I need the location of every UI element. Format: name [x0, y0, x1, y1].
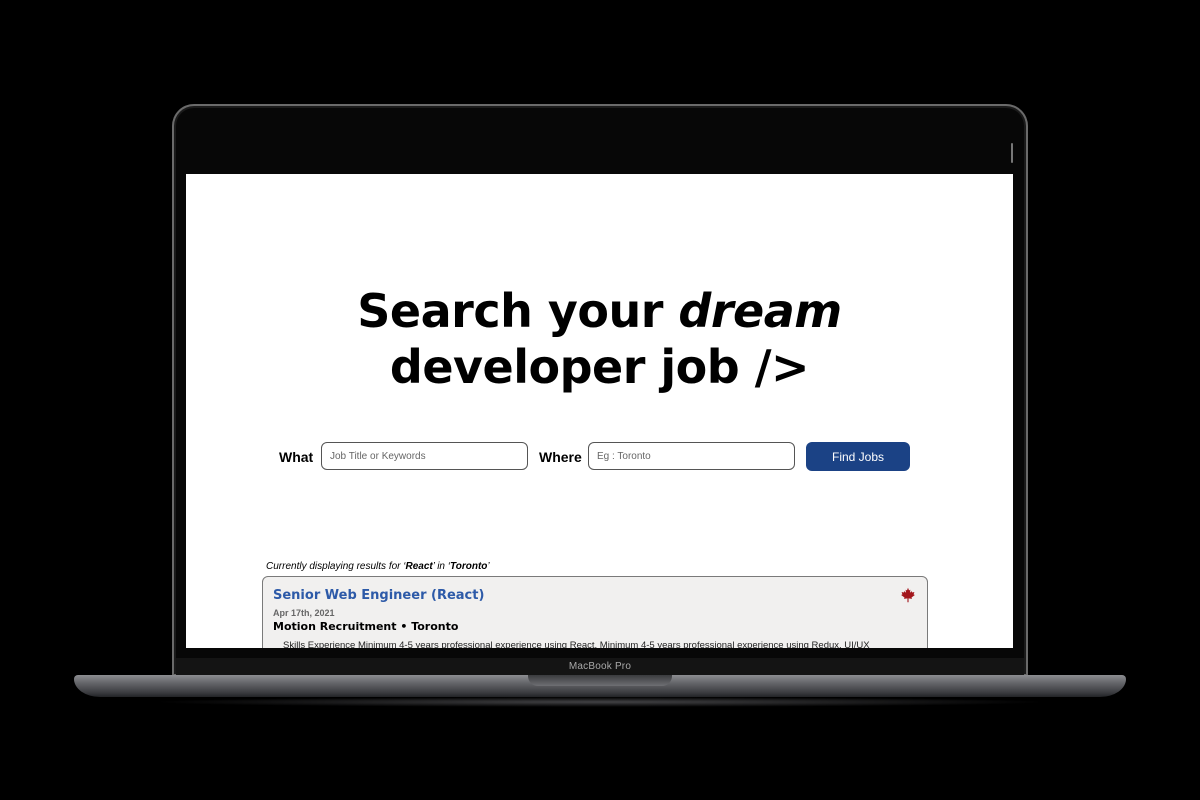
- status-mid: ’ in ‘: [432, 561, 450, 572]
- job-title-link[interactable]: Senior Web Engineer (React): [273, 588, 484, 603]
- status-suffix: ’: [487, 561, 490, 572]
- job-company-location: Motion Recruitment • Toronto: [273, 620, 459, 633]
- hero-line2: developer job />: [389, 340, 810, 394]
- find-jobs-button[interactable]: Find Jobs: [806, 442, 910, 471]
- model-label: MacBook Pro: [568, 661, 632, 672]
- hero-line1-emphasis: dream: [678, 284, 842, 338]
- where-input[interactable]: [588, 442, 795, 470]
- laptop-shadow: [150, 697, 1050, 707]
- laptop-notch: [528, 675, 672, 686]
- where-label: Where: [539, 449, 582, 465]
- maple-leaf-icon: [901, 587, 915, 603]
- hero-title: Search your dream developer job />: [186, 283, 1013, 395]
- what-input[interactable]: [321, 442, 528, 470]
- status-prefix: Currently displaying results for ‘: [266, 561, 406, 572]
- job-card[interactable]: Senior Web Engineer (React) Apr 17th, 20…: [262, 576, 928, 648]
- status-location: Toronto: [449, 561, 488, 572]
- bezel-edge: [1011, 143, 1013, 163]
- results-status: Currently displaying results for ‘React’…: [266, 561, 490, 572]
- job-date: Apr 17th, 2021: [273, 608, 335, 618]
- browser-screen: Search your dream developer job /> What …: [186, 174, 1013, 648]
- job-description: Skills Experience Minimum 4-5 years prof…: [283, 640, 870, 648]
- what-label: What: [279, 449, 314, 465]
- search-form: What Where Find Jobs: [186, 442, 1013, 474]
- hero-line1-prefix: Search your: [357, 284, 663, 338]
- status-query: React: [405, 561, 433, 572]
